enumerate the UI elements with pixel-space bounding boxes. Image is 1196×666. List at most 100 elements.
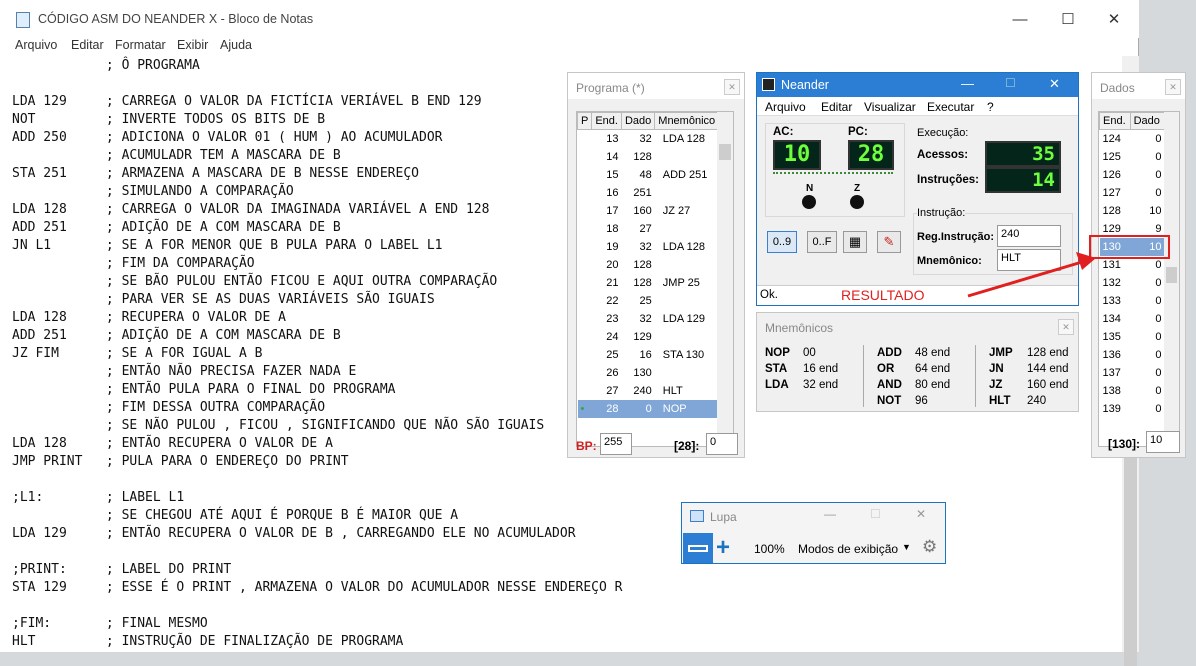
table-row[interactable]: 128 10 bbox=[1100, 202, 1165, 220]
table-cell: 130 bbox=[633, 366, 652, 379]
menu-arquivo[interactable]: Arquivo bbox=[765, 100, 806, 114]
close-icon[interactable]: ✕ bbox=[724, 79, 740, 95]
menu-help[interactable]: ? bbox=[987, 100, 994, 114]
table-row[interactable]: 13 32 LDA 128 bbox=[578, 130, 719, 148]
table-cell: 28 bbox=[591, 399, 622, 418]
view-modes-dropdown[interactable]: Modos de exibição bbox=[798, 542, 898, 556]
table-cell: 15 bbox=[606, 168, 619, 181]
table-row[interactable]: 132 0 bbox=[1100, 274, 1165, 292]
zoom-out-button[interactable] bbox=[683, 533, 713, 563]
close-icon[interactable]: ✕ bbox=[916, 507, 926, 521]
reset-icon[interactable]: ✎ bbox=[877, 231, 901, 253]
mnemonic-entry: JN 144 end bbox=[989, 361, 1069, 377]
notepad-text-area[interactable]: ; Ô PROGRAMA LDA 129 ; CARREGA O VALOR DA… bbox=[12, 57, 622, 651]
text-line: LDA 128 ; ENTÃO RECUPERA O VALOR DE A bbox=[12, 436, 333, 451]
table-row[interactable]: 26 130 bbox=[578, 364, 719, 382]
table-cell: 27 bbox=[606, 384, 619, 397]
table-cell: 0 bbox=[1155, 186, 1162, 199]
gear-icon[interactable]: ⚙ bbox=[922, 537, 937, 557]
table-row[interactable]: 14 128 bbox=[578, 148, 719, 166]
zoom-in-button[interactable]: + bbox=[716, 533, 730, 563]
mnemonicos-col-3: JMP 128 end JN 144 end JZ 160 end HLT 240 bbox=[989, 345, 1069, 409]
table-row[interactable]: 136 0 bbox=[1100, 346, 1165, 364]
neander-titlebar[interactable]: Neander — ☐ ✕ bbox=[757, 73, 1078, 97]
table-row[interactable]: 20 128 bbox=[578, 256, 719, 274]
pc-display: 28 bbox=[848, 140, 894, 170]
close-icon[interactable]: ✕ bbox=[1058, 319, 1074, 335]
checker-icon[interactable]: ▦ bbox=[843, 231, 867, 253]
table-row[interactable]: 124 0 bbox=[1100, 130, 1165, 148]
highlight-box bbox=[1089, 235, 1170, 259]
n-flag-label: N bbox=[806, 183, 814, 194]
table-cell: 0 bbox=[621, 399, 655, 418]
hex-button[interactable]: 0..F bbox=[807, 231, 837, 253]
close-icon[interactable]: ✕ bbox=[1049, 76, 1060, 92]
table-row[interactable]: 133 0 bbox=[1100, 292, 1165, 310]
menu-editar[interactable]: Editar bbox=[821, 100, 852, 114]
table-cell: ADD 251 bbox=[662, 168, 708, 181]
chevron-down-icon[interactable]: ▼ bbox=[902, 542, 911, 552]
table-row[interactable]: 21 128 JMP 25 bbox=[578, 274, 719, 292]
table-cell: LDA 128 bbox=[662, 240, 705, 253]
table-cell: LDA 128 bbox=[662, 132, 705, 145]
table-cell: 32 bbox=[639, 132, 652, 145]
text-line: ; SE BÃO PULOU ENTÃO FICOU E AQUI OUTRA … bbox=[12, 274, 498, 289]
close-icon[interactable]: ✕ bbox=[1165, 79, 1181, 95]
table-row[interactable]: 135 0 bbox=[1100, 328, 1165, 346]
table-row[interactable]: 17 160 JZ 27 bbox=[578, 202, 719, 220]
ac-label: AC: bbox=[773, 126, 794, 138]
addr-field[interactable]: 10 bbox=[1146, 431, 1180, 453]
table-row[interactable]: 24 129 bbox=[578, 328, 719, 346]
addr-label: [28]: bbox=[674, 439, 700, 453]
table-row[interactable]: 125 0 bbox=[1100, 148, 1165, 166]
menu-executar[interactable]: Executar bbox=[927, 100, 974, 114]
table-row[interactable]: 134 0 bbox=[1100, 310, 1165, 328]
table-row[interactable]: 18 27 bbox=[578, 220, 719, 238]
acessos-display: 35 bbox=[985, 141, 1061, 167]
menu-exibir[interactable]: Exibir bbox=[177, 38, 208, 52]
table-row[interactable]: 138 0 bbox=[1100, 382, 1165, 400]
table-cell: LDA 129 bbox=[662, 312, 705, 325]
programa-grid[interactable]: P End. Dado Mnemônico 13 32 LDA 128 14 128 15… bbox=[576, 111, 734, 447]
bp-field[interactable]: 255 bbox=[600, 433, 632, 455]
minimize-icon[interactable]: — bbox=[824, 507, 836, 521]
status-text: Ok. bbox=[760, 289, 778, 301]
notepad-titlebar[interactable]: CÓDIGO ASM DO NEANDER X - Bloco de Notas… bbox=[0, 0, 1139, 38]
table-row[interactable]: 139 0 bbox=[1100, 400, 1165, 418]
col-header: Dado bbox=[620, 112, 656, 130]
table-row[interactable]: 25 16 STA 130 bbox=[578, 346, 719, 364]
mnemonic-entry: HLT 240 bbox=[989, 393, 1069, 409]
table-cell: 48 bbox=[639, 168, 652, 181]
table-row[interactable]: 16 251 bbox=[578, 184, 719, 202]
text-line: STA 251 ; ARMAZENA A MASCARA DE B NESSE … bbox=[12, 166, 419, 181]
mnemonic-name: JMP bbox=[989, 347, 1013, 359]
addr-field[interactable]: 0 bbox=[706, 433, 738, 455]
menu-editar[interactable]: Editar bbox=[71, 38, 104, 52]
minimize-button[interactable]: — bbox=[1000, 8, 1040, 32]
table-row[interactable]: 15 48 ADD 251 bbox=[578, 166, 719, 184]
menu-visualizar[interactable]: Visualizar bbox=[864, 100, 916, 114]
table-row[interactable]: 22 25 bbox=[578, 292, 719, 310]
dados-scrollbar[interactable] bbox=[1164, 112, 1179, 446]
mnemonic-entry: OR 64 end bbox=[877, 361, 950, 377]
table-row[interactable]: 27 240 HLT bbox=[578, 382, 719, 400]
table-row[interactable]: • 28 0 NOP bbox=[577, 399, 719, 418]
close-button[interactable]: ✕ bbox=[1094, 8, 1134, 32]
table-row[interactable]: 23 32 LDA 129 bbox=[578, 310, 719, 328]
table-cell bbox=[655, 184, 719, 202]
text-line: ; SIMULANDO A COMPARAÇÃO bbox=[12, 184, 294, 199]
menu-arquivo[interactable]: Arquivo bbox=[15, 38, 57, 52]
programa-scrollbar[interactable] bbox=[717, 112, 733, 446]
table-row[interactable]: 19 32 LDA 128 bbox=[578, 238, 719, 256]
decimal-button[interactable]: 0..9 bbox=[767, 231, 797, 253]
minimize-icon[interactable]: — bbox=[961, 76, 974, 91]
mnemonic-code: 96 bbox=[915, 395, 928, 407]
dados-grid[interactable]: End. Dado 124 0 125 0 126 0 127 0 128 10 129 9 130 10… bbox=[1098, 111, 1180, 447]
table-row[interactable]: 137 0 bbox=[1100, 364, 1165, 382]
table-cell: 17 bbox=[606, 204, 619, 217]
table-row[interactable]: 126 0 bbox=[1100, 166, 1165, 184]
table-row[interactable]: 127 0 bbox=[1100, 184, 1165, 202]
menu-formatar[interactable]: Formatar bbox=[115, 38, 166, 52]
maximize-button[interactable]: ☐ bbox=[1048, 8, 1088, 32]
menu-ajuda[interactable]: Ajuda bbox=[220, 38, 252, 52]
